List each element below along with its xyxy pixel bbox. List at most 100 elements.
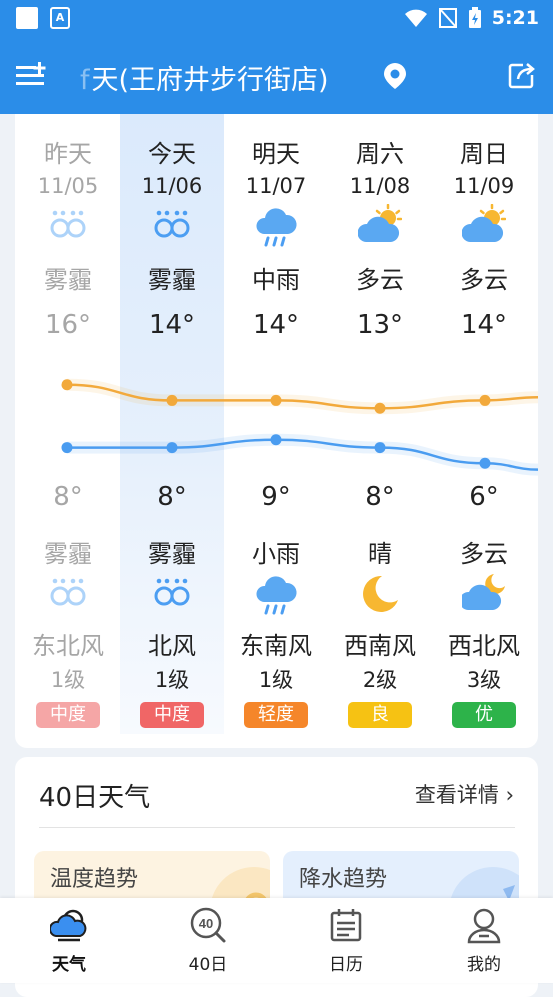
cloudy-night-icon xyxy=(462,572,506,616)
high-temp: 14° xyxy=(148,310,196,340)
high-temp: 13° xyxy=(356,310,404,340)
night-weather: 雾霾 xyxy=(148,540,196,568)
partly-cloudy-icon xyxy=(358,204,402,248)
day-name: 周六 xyxy=(356,140,404,168)
notification-square-icon xyxy=(16,7,38,29)
day-name: 周日 xyxy=(460,140,508,168)
nav-weather-label: 天气 xyxy=(52,955,86,975)
location-pin-icon[interactable] xyxy=(382,62,408,90)
night-weather: 小雨 xyxy=(252,540,300,568)
night-weather: 多云 xyxy=(460,540,508,568)
wind-direction: 北风 xyxy=(148,632,196,660)
location-title[interactable]: f天(王府井步行街店) xyxy=(80,58,329,97)
share-icon[interactable] xyxy=(507,60,537,90)
precipitation-trend-label: 降水趋势 xyxy=(299,867,388,892)
city-manage-menu-icon[interactable] xyxy=(16,60,46,90)
low-temp-line-glow xyxy=(67,433,538,476)
partly-cloudy-icon xyxy=(462,204,506,248)
nav-calendar[interactable]: 日历 xyxy=(286,906,406,975)
aqi-badge: 良 xyxy=(348,702,412,728)
low-temp: 6° xyxy=(469,482,499,512)
low-temp: 9° xyxy=(261,482,291,512)
wind-level: 2级 xyxy=(362,668,398,692)
haze-icon xyxy=(46,204,90,248)
day-date: 11/08 xyxy=(349,174,411,198)
day-date: 11/07 xyxy=(245,174,307,198)
divider xyxy=(39,827,515,828)
night-weather: 晴 xyxy=(368,540,392,568)
low-temp: 8° xyxy=(157,482,187,512)
battery-charging-icon xyxy=(468,7,481,28)
haze-icon xyxy=(150,572,194,616)
low-temp-point xyxy=(166,442,178,454)
day-weather: 多云 xyxy=(460,266,508,294)
wind-direction: 西南风 xyxy=(344,632,416,660)
day-name: 昨天 xyxy=(44,140,92,168)
rain-cloud-icon xyxy=(254,204,298,248)
high-temp-point xyxy=(270,394,282,406)
view-details-link[interactable]: 查看详情 › xyxy=(415,779,514,809)
low-temp-point xyxy=(374,442,386,454)
temperature-chart xyxy=(61,378,538,476)
day-weather: 雾霾 xyxy=(148,266,196,294)
low-temp: 8° xyxy=(53,482,83,512)
high-temp-point xyxy=(61,379,73,391)
day-name: 明天 xyxy=(252,140,300,168)
low-temp-point xyxy=(479,457,491,469)
nav-mine[interactable]: 我的 xyxy=(424,906,544,975)
rain-cloud-icon xyxy=(254,572,298,616)
wind-level: 1级 xyxy=(258,668,294,692)
haze-icon xyxy=(46,572,90,616)
forty-icon-text: 40 xyxy=(199,916,213,931)
status-time: 5:21 xyxy=(491,7,539,29)
high-temp-point xyxy=(166,394,178,406)
aqi-badge: 中度 xyxy=(36,702,100,728)
wifi-icon xyxy=(404,9,427,27)
app-notification-icon: A xyxy=(50,7,70,29)
view-details-label: 查看详情 xyxy=(414,783,499,807)
wind-level: 1级 xyxy=(154,668,190,692)
high-temp: 14° xyxy=(460,310,508,340)
moon-icon xyxy=(358,572,402,616)
weather-cloud-icon xyxy=(50,909,87,942)
day-date: 11/09 xyxy=(453,174,515,198)
wind-direction: 西北风 xyxy=(448,632,520,660)
day-date: 11/05 xyxy=(37,174,99,198)
bottom-nav: 天气 40 40日 日历 我的 xyxy=(0,898,553,983)
high-temp-point xyxy=(374,402,386,414)
forty-day-icon: 40 xyxy=(190,907,226,943)
title-faded-text: f xyxy=(80,65,90,96)
wind-level: 1级 xyxy=(50,668,86,692)
low-temp-point xyxy=(61,442,73,454)
aqi-badge: 中度 xyxy=(140,702,204,728)
nav-forty-day-label: 40日 xyxy=(188,955,228,975)
day-weather: 中雨 xyxy=(252,266,300,294)
nav-forty-day[interactable]: 40 40日 xyxy=(148,906,268,975)
status-bar: A 5:21 xyxy=(0,0,553,38)
high-temp: 16° xyxy=(44,310,92,340)
calendar-icon xyxy=(330,909,362,942)
night-weather: 雾霾 xyxy=(44,540,92,568)
nav-weather[interactable]: 天气 xyxy=(9,906,129,975)
user-profile-icon xyxy=(467,908,501,944)
day-date: 11/06 xyxy=(141,174,203,198)
wind-level: 3级 xyxy=(466,668,502,692)
aqi-badge: 优 xyxy=(452,702,516,728)
forty-day-title: 40日天气 xyxy=(39,783,151,813)
low-temp-point xyxy=(270,434,282,446)
day-weather: 多云 xyxy=(356,266,404,294)
temperature-trend-label: 温度趋势 xyxy=(50,867,139,892)
app-bar: f天(王府井步行街店) xyxy=(0,38,553,114)
high-temp: 14° xyxy=(252,310,300,340)
wind-direction: 东南风 xyxy=(240,632,312,660)
nav-mine-label: 我的 xyxy=(467,955,501,975)
high-temp-point xyxy=(479,394,491,406)
no-signal-icon xyxy=(438,8,457,28)
day-weather: 雾霾 xyxy=(44,266,92,294)
low-temp: 8° xyxy=(365,482,395,512)
title-text: 天(王府井步行街店) xyxy=(91,65,329,96)
aqi-badge: 轻度 xyxy=(244,702,308,728)
day-name: 今天 xyxy=(148,140,196,168)
forecast-card: 昨天 11/05 雾霾 16° 8° 雾霾 东北风 1级 中度 今天 11/06… xyxy=(15,114,538,748)
haze-icon xyxy=(150,204,194,248)
